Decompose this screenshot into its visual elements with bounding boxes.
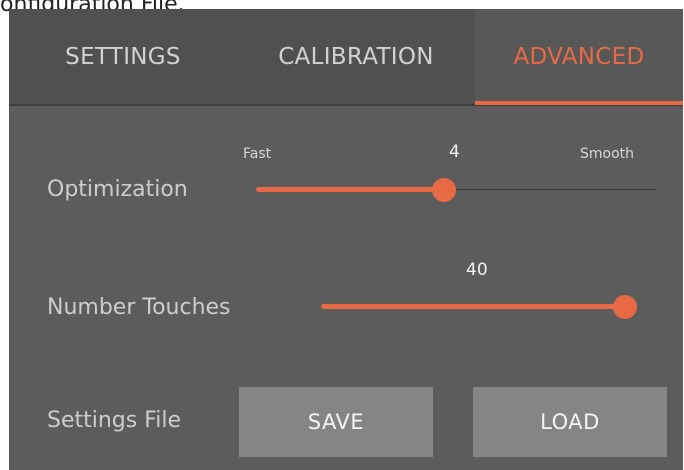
- optimization-slider[interactable]: [256, 176, 656, 204]
- tab-settings-label: SETTINGS: [65, 43, 181, 70]
- tab-calibration[interactable]: CALIBRATION: [237, 9, 475, 104]
- number-touches-slider-thumb[interactable]: [613, 295, 637, 319]
- optimization-value: 4: [449, 142, 460, 162]
- optimization-slider-thumb[interactable]: [432, 178, 456, 202]
- optimization-min-label: Fast: [243, 146, 272, 162]
- tab-bar: SETTINGS CALIBRATION ADVANCED: [9, 9, 683, 106]
- save-button[interactable]: SAVE: [239, 387, 433, 457]
- number-touches-value: 40: [466, 260, 488, 280]
- tab-advanced[interactable]: ADVANCED: [475, 9, 683, 104]
- active-tab-indicator: [475, 101, 683, 105]
- number-touches-slider-fill: [321, 304, 625, 309]
- number-touches-slider[interactable]: [321, 293, 637, 321]
- load-button[interactable]: LOAD: [473, 387, 667, 457]
- settings-file-label: Settings File: [47, 408, 182, 433]
- optimization-slider-fill: [256, 187, 444, 192]
- tab-calibration-label: CALIBRATION: [278, 43, 434, 70]
- optimization-max-label: Smooth: [580, 146, 635, 162]
- optimization-label: Optimization: [47, 177, 188, 202]
- tab-settings[interactable]: SETTINGS: [9, 9, 237, 104]
- number-touches-label: Number Touches: [47, 295, 231, 320]
- tab-advanced-label: ADVANCED: [513, 43, 645, 70]
- settings-panel: SETTINGS CALIBRATION ADVANCED Fast 4 Smo…: [9, 9, 683, 470]
